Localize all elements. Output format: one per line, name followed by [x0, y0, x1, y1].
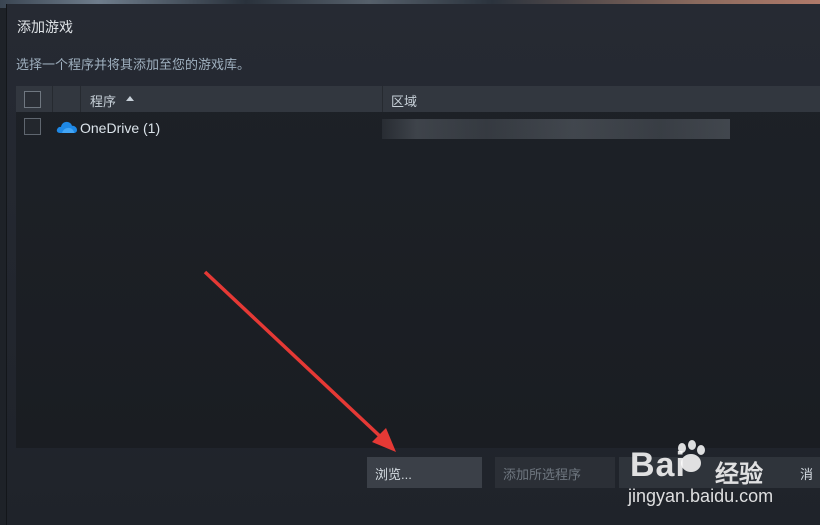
program-path-blurred — [382, 119, 730, 139]
dialog-description: 选择一个程序并将其添加至您的游戏库。 — [16, 57, 251, 72]
add-selected-programs-button[interactable]: 添加所选程序 — [495, 457, 615, 488]
paw-icon — [678, 440, 705, 472]
list-header: 程序 区域 — [16, 86, 820, 112]
watermark-text: 经验 — [715, 461, 763, 488]
row-checkbox[interactable] — [24, 118, 41, 135]
header-divider — [80, 86, 81, 112]
column-header-area[interactable]: 区域 — [391, 91, 417, 110]
program-list: 程序 区域 OneDrive (1) — [16, 86, 820, 448]
list-item[interactable]: OneDrive (1) — [16, 114, 820, 140]
browse-button[interactable]: 浏览... — [367, 457, 482, 488]
sort-ascending-icon[interactable] — [126, 96, 134, 101]
watermark-url: jingyan.baidu.com — [628, 486, 774, 506]
onedrive-cloud-icon — [56, 118, 78, 135]
column-header-program[interactable]: 程序 — [90, 91, 116, 110]
program-name: OneDrive (1) — [80, 120, 161, 136]
baidu-jingyan-watermark: Bai 经验 jingyan.baidu.com — [600, 430, 820, 520]
header-divider — [382, 86, 383, 112]
select-all-checkbox[interactable] — [24, 91, 41, 108]
dialog-title: 添加游戏 — [17, 19, 73, 35]
header-divider — [52, 86, 53, 112]
